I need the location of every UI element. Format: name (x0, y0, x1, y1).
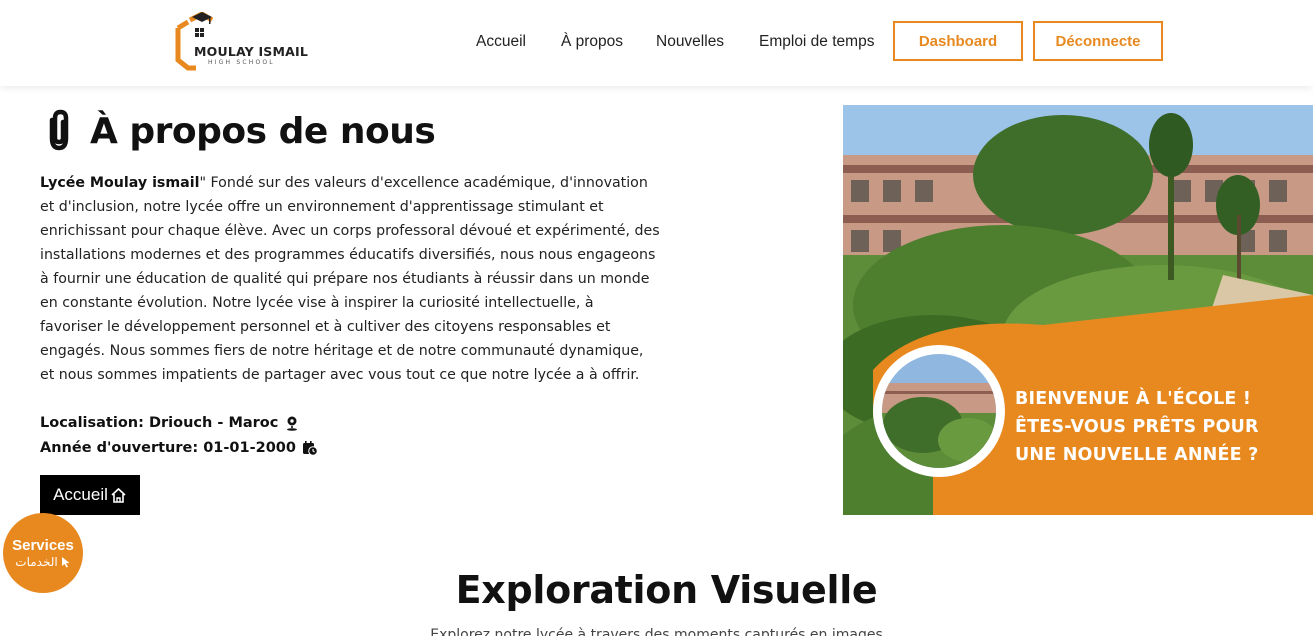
banner-line-1: BIENVENUE À L'ÉCOLE ! (1015, 389, 1252, 409)
home-button[interactable]: Accueil (40, 475, 140, 515)
about-title-row: À propos de nous (40, 108, 436, 154)
nav-link-accueil[interactable]: Accueil (476, 33, 526, 51)
paperclip-icon (49, 109, 69, 151)
pointer-icon (61, 556, 70, 567)
map-pin-icon (287, 416, 298, 431)
about-paragraph: Lycée Moulay ismail" Fondé sur des valeu… (40, 171, 660, 387)
page-title: À propos de nous (90, 110, 436, 152)
nav-link-emploi-de-temps[interactable]: Emploi de temps (759, 33, 874, 51)
logout-button[interactable]: Déconnecte (1033, 21, 1163, 61)
services-label: Services (12, 536, 74, 554)
home-button-label: Accueil (53, 485, 108, 504)
dashboard-button[interactable]: Dashboard (893, 21, 1023, 61)
section-subtitle: Explorez notre lycée à travers des momen… (430, 627, 883, 636)
location-line: Localisation: Driouch - Maroc (40, 415, 300, 431)
welcome-banner-image: BIENVENUE À L'ÉCOLE ! ÊTES-VOUS PRÊTS PO… (843, 105, 1313, 515)
home-icon (111, 487, 126, 503)
logo-subtitle: HIGH SCHOOL (208, 59, 275, 66)
logo-name: MOULAY ISMAIL (194, 44, 309, 59)
opening-year-text: Année d'ouverture: 01-01-2000 (40, 440, 296, 456)
banner-line-3: UNE NOUVELLE ANNÉE ? (1015, 445, 1259, 465)
section-title: Exploration Visuelle (455, 568, 878, 612)
banner-line-2: ÊTES-VOUS PRÊTS POUR (1015, 417, 1259, 437)
nav-link-nouvelles[interactable]: Nouvelles (656, 33, 724, 51)
school-logo[interactable]: MOULAY ISMAIL HIGH SCHOOL (172, 12, 308, 72)
location-text: Localisation: Driouch - Maroc (40, 415, 279, 431)
opening-year-line: Année d'ouverture: 01-01-2000 (40, 440, 318, 456)
about-body: " Fondé sur des valeurs d'excellence aca… (40, 175, 660, 383)
services-label-arabic: الخدمات (15, 554, 58, 569)
calendar-clock-icon (302, 441, 318, 456)
nav-link-a-propos[interactable]: À propos (561, 33, 623, 51)
welcome-banner-text: BIENVENUE À L'ÉCOLE ! ÊTES-VOUS PRÊTS PO… (1015, 385, 1305, 469)
site-header: MOULAY ISMAIL HIGH SCHOOL Accueil À prop… (0, 0, 1313, 86)
school-name-lead: Lycée Moulay ismail (40, 175, 200, 191)
services-label-arabic-row: الخدمات (15, 554, 70, 570)
services-floating-button[interactable]: Services الخدمات (3, 513, 83, 593)
